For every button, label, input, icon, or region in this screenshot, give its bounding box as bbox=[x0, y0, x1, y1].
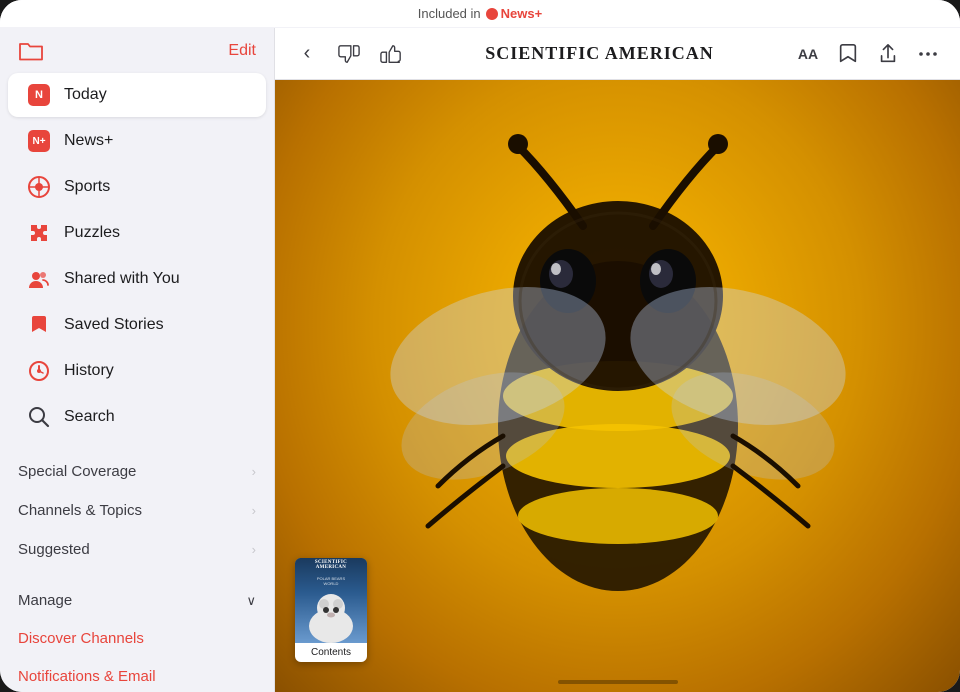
magazine-cover-image: SCIENTIFICAMERICAN POLAR BEARSWORLD bbox=[295, 558, 367, 643]
like-button[interactable] bbox=[375, 38, 407, 70]
share-button[interactable] bbox=[872, 38, 904, 70]
share-icon bbox=[878, 43, 898, 65]
article-title: SCIENTIFIC AMERICAN bbox=[485, 43, 714, 64]
today-icon: N bbox=[26, 82, 52, 108]
sidebar-item-sports[interactable]: Sports bbox=[8, 165, 266, 209]
shared-icon bbox=[26, 266, 52, 292]
newsplus-icon: N+ bbox=[26, 128, 52, 154]
sidebar-item-discover-channels[interactable]: Discover Channels bbox=[0, 620, 274, 658]
more-icon bbox=[917, 44, 939, 64]
notifications-email-label: Notifications & Email bbox=[18, 668, 156, 685]
content-area: ‹ SCIENTIFIC AMERICAN bbox=[275, 28, 960, 692]
sidebar-item-suggested[interactable]: Suggested › bbox=[0, 530, 274, 569]
manage-header[interactable]: Manage ∨ bbox=[0, 581, 274, 620]
bookmark-icon bbox=[838, 43, 858, 65]
saved-label: Saved Stories bbox=[64, 316, 164, 334]
article-body: SCIENTIFICAMERICAN POLAR BEARSWORLD bbox=[275, 80, 960, 692]
main-content: Edit N Today N+ N bbox=[0, 28, 960, 692]
folder-icon bbox=[18, 40, 44, 62]
manage-label: Manage bbox=[18, 592, 72, 609]
puzzles-icon bbox=[26, 220, 52, 246]
sidebar-item-notifications-email[interactable]: Notifications & Email bbox=[0, 658, 274, 692]
today-label: Today bbox=[64, 86, 107, 104]
search-label: Search bbox=[64, 408, 115, 426]
bee-illustration bbox=[275, 80, 960, 692]
chevron-right-icon-2: › bbox=[252, 503, 256, 518]
sidebar: Edit N Today N+ N bbox=[0, 28, 275, 692]
bee-svg bbox=[328, 126, 908, 646]
article-title-area: SCIENTIFIC AMERICAN bbox=[485, 43, 714, 64]
sidebar-item-newsplus[interactable]: N+ News+ bbox=[8, 119, 266, 163]
shared-label: Shared with You bbox=[64, 270, 180, 288]
back-button[interactable]: ‹ bbox=[291, 38, 323, 70]
suggested-label: Suggested bbox=[18, 541, 90, 558]
history-icon bbox=[26, 358, 52, 384]
sidebar-header: Edit bbox=[0, 28, 274, 72]
page-indicator bbox=[558, 680, 678, 684]
thumbs-up-icon bbox=[380, 43, 402, 65]
newsplus-label: News+ bbox=[64, 132, 113, 150]
sidebar-item-puzzles[interactable]: Puzzles bbox=[8, 211, 266, 255]
saved-icon bbox=[26, 312, 52, 338]
edit-button[interactable]: Edit bbox=[228, 42, 256, 60]
header-actions: AA bbox=[792, 38, 944, 70]
sidebar-item-history[interactable]: History bbox=[8, 349, 266, 393]
dislike-button[interactable] bbox=[333, 38, 365, 70]
magazine-contents-label: Contents bbox=[295, 643, 367, 662]
sidebar-item-today[interactable]: N Today bbox=[8, 73, 266, 117]
history-label: History bbox=[64, 362, 114, 380]
header-nav-buttons: ‹ bbox=[291, 38, 407, 70]
chevron-right-icon: › bbox=[252, 464, 256, 479]
svg-text:N+: N+ bbox=[32, 136, 45, 147]
thumbs-down-icon bbox=[338, 43, 360, 65]
bee-image-container: SCIENTIFICAMERICAN POLAR BEARSWORLD bbox=[275, 80, 960, 692]
chevron-down-icon: ∨ bbox=[246, 593, 256, 609]
discover-channels-label: Discover Channels bbox=[18, 630, 144, 647]
bookmark-button[interactable] bbox=[832, 38, 864, 70]
article-header: ‹ SCIENTIFIC AMERICAN bbox=[275, 28, 960, 80]
more-button[interactable] bbox=[912, 38, 944, 70]
magazine-thumbnail[interactable]: SCIENTIFICAMERICAN POLAR BEARSWORLD bbox=[295, 558, 367, 662]
search-icon bbox=[26, 404, 52, 430]
svg-text:N: N bbox=[35, 89, 43, 101]
device-frame: Mail 9:41 AM Mon Jun 10 100% bbox=[0, 0, 960, 692]
font-size-button[interactable]: AA bbox=[792, 38, 824, 70]
sidebar-item-special-coverage[interactable]: Special Coverage › bbox=[0, 452, 274, 491]
sports-label: Sports bbox=[64, 178, 110, 196]
sidebar-item-search[interactable]: Search bbox=[8, 395, 266, 439]
sidebar-item-shared[interactable]: Shared with You bbox=[8, 257, 266, 301]
sports-icon bbox=[26, 174, 52, 200]
chevron-right-icon-3: › bbox=[252, 542, 256, 557]
special-coverage-label: Special Coverage bbox=[18, 463, 136, 480]
puzzles-label: Puzzles bbox=[64, 224, 120, 242]
sidebar-item-channels-topics[interactable]: Channels & Topics › bbox=[0, 491, 274, 530]
channels-topics-label: Channels & Topics bbox=[18, 502, 142, 519]
sidebar-item-saved[interactable]: Saved Stories bbox=[8, 303, 266, 347]
